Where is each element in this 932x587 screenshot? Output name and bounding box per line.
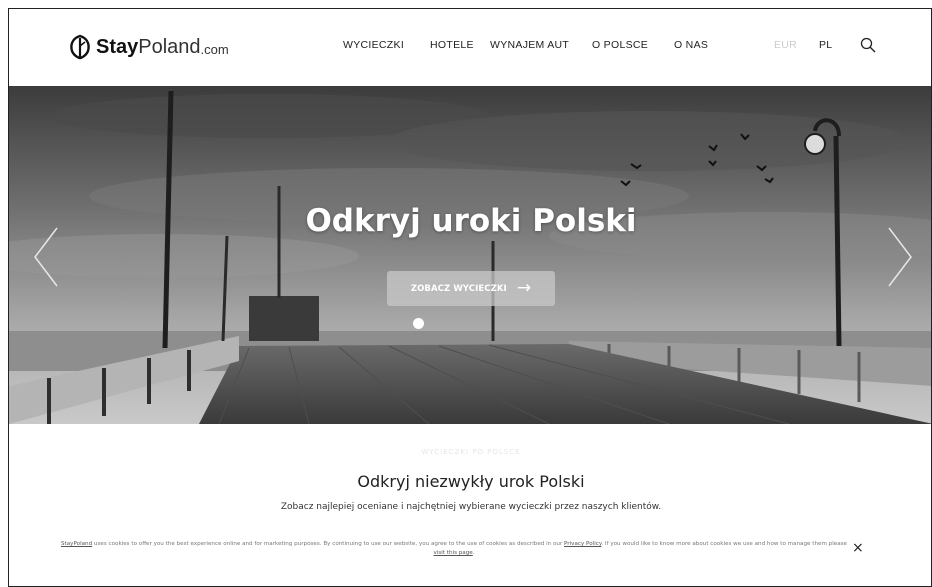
section-subtitle: Zobacz najlepiej oceniane i najchętniej … <box>280 502 662 512</box>
page-frame: Stay Poland .com WYCIECZKI HOTELE WYNAJE… <box>8 8 932 587</box>
nav-item-o-polsce[interactable]: O POLSCE <box>592 39 648 51</box>
cookie-notice: StayPoland uses cookies to offer you the… <box>59 540 849 558</box>
nav-item-wycieczki[interactable]: WYCIECZKI <box>343 39 404 51</box>
nav-item-wynajem-aut[interactable]: WYNAJEM AUT <box>490 39 569 51</box>
currency-selector[interactable]: EUR <box>774 39 797 51</box>
hero-pier-image <box>9 86 931 424</box>
search-icon[interactable] <box>860 37 876 53</box>
logo-stay: Stay <box>96 35 139 58</box>
cookie-brand-link[interactable]: StayPoland <box>61 541 92 547</box>
logo-poland: Poland <box>138 35 201 58</box>
section-title: Odkryj niezwykły urok Polski <box>357 472 585 491</box>
see-tours-button[interactable]: ZOBACZ WYCIECZKI → <box>387 271 555 306</box>
logo-com: .com <box>200 41 229 57</box>
cookie-text-3: . <box>472 549 475 556</box>
section-eyebrow: WYCIECZKI PO POLSCE <box>421 448 521 456</box>
privacy-policy-link[interactable]: Privacy Policy <box>564 541 601 547</box>
hero-slider: Odkryj uroki Polski ZOBACZ WYCIECZKI → <box>9 86 931 424</box>
hero-title: Odkryj uroki Polski <box>305 203 637 239</box>
logo[interactable]: Stay Poland .com <box>67 34 229 60</box>
nav-item-o-nas[interactable]: O NAS <box>674 39 708 51</box>
cookie-text-1: uses cookies to offer you the best exper… <box>92 541 565 547</box>
language-selector[interactable]: PL <box>819 39 832 51</box>
site-header: Stay Poland .com WYCIECZKI HOTELE WYNAJE… <box>9 9 931 86</box>
leaf-logo-icon <box>70 34 90 60</box>
slider-dot[interactable] <box>413 318 424 329</box>
arrow-right-icon: → <box>516 278 532 298</box>
close-icon[interactable]: × <box>852 541 864 555</box>
visit-page-link[interactable]: visit this page <box>433 550 472 556</box>
cookie-text-2: . If you would like to know more about c… <box>601 541 847 547</box>
nav-item-hotele[interactable]: HOTELE <box>430 39 474 51</box>
see-tours-label: ZOBACZ WYCIECZKI <box>410 283 507 294</box>
